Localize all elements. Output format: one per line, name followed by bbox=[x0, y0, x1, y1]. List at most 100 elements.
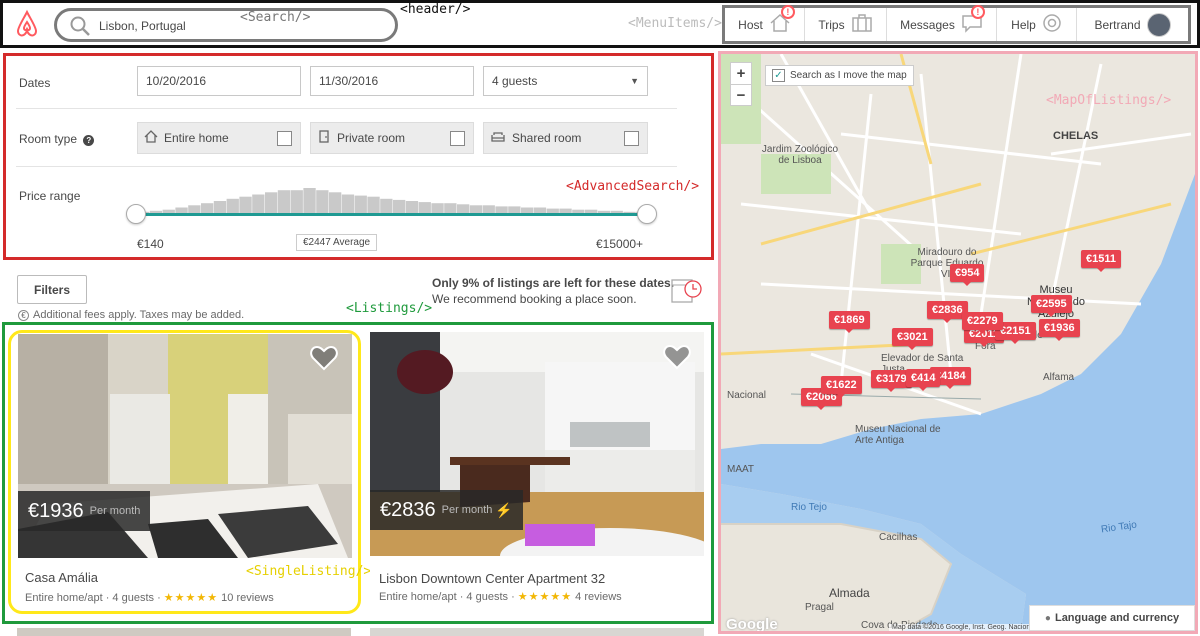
listing-card-partial[interactable] bbox=[17, 628, 351, 636]
listing-reviews: 4 reviews bbox=[575, 591, 622, 603]
histogram-bar bbox=[329, 192, 342, 214]
divider bbox=[16, 108, 677, 109]
price-pin[interactable]: €1622 bbox=[821, 376, 862, 398]
heart-icon[interactable] bbox=[663, 344, 691, 375]
door-icon bbox=[317, 130, 331, 146]
map-label-almada: Almada bbox=[829, 586, 870, 600]
room-option-entire-home[interactable]: Entire home bbox=[137, 122, 301, 154]
listing-title[interactable]: Casa Amália bbox=[25, 570, 98, 585]
listing-title[interactable]: Lisbon Downtown Center Apartment 32 bbox=[379, 571, 605, 586]
dates-label: Dates bbox=[19, 76, 51, 90]
menu-item-host[interactable]: Host ! bbox=[725, 5, 805, 41]
house-icon: ! bbox=[769, 5, 795, 36]
shared-room-checkbox[interactable] bbox=[624, 131, 639, 146]
histogram-bar bbox=[393, 199, 406, 214]
map-label-nacional: Nacional bbox=[727, 390, 766, 401]
price-min-handle[interactable] bbox=[126, 204, 146, 224]
advanced-search: Dates 10/20/2016 11/30/2016 4 guests ▼ R… bbox=[3, 53, 714, 260]
single-listing-annotation: <SingleListing/> bbox=[246, 564, 372, 579]
guests-select[interactable]: 4 guests ▼ bbox=[483, 66, 648, 96]
menu-item-messages[interactable]: Messages ! bbox=[887, 5, 997, 41]
menu-item-trips[interactable]: Trips bbox=[805, 8, 887, 41]
search-input[interactable]: Lisbon, Portugal bbox=[99, 19, 186, 33]
map-label-cacilhas: Cacilhas bbox=[879, 532, 918, 543]
fees-note-text: Additional fees apply. Taxes may be adde… bbox=[33, 309, 245, 321]
listing-card[interactable]: €2836 Per month ⚡ Lisbon Downtown Center… bbox=[370, 332, 705, 616]
rating-stars-icon: ★★★★★ bbox=[517, 591, 573, 603]
menu-items: Host ! Trips Messages ! Help Bertrand bbox=[722, 5, 1191, 44]
home-icon bbox=[144, 130, 158, 146]
listing-price-tag: €2836 Per month ⚡ bbox=[370, 490, 523, 530]
histogram-bar bbox=[239, 196, 252, 214]
map-annotation: <MapOfListings/> bbox=[1046, 93, 1172, 108]
price-max-handle[interactable] bbox=[637, 204, 657, 224]
listing-price: €1936 bbox=[28, 499, 84, 522]
fees-note: € Additional fees apply. Taxes may be add… bbox=[18, 309, 244, 321]
menu-item-host-label: Host bbox=[738, 17, 763, 32]
price-max-value: €15000+ bbox=[596, 237, 644, 251]
private-room-checkbox[interactable] bbox=[450, 131, 465, 146]
histogram-bar bbox=[380, 198, 393, 214]
menu-item-profile-label: Bertrand bbox=[1094, 17, 1141, 32]
language-currency-button[interactable]: ● Language and currency bbox=[1029, 605, 1195, 631]
price-pin[interactable]: €2595 bbox=[1031, 295, 1072, 317]
listing-details: Entire home/apt · 4 guests · ★★★★★ 4 rev… bbox=[379, 590, 622, 603]
search-bar[interactable]: Lisbon, Portugal bbox=[54, 8, 398, 42]
room-option-shared-room[interactable]: Shared room bbox=[483, 122, 648, 154]
heart-icon[interactable] bbox=[310, 345, 338, 376]
room-option-label: Shared room bbox=[512, 131, 582, 145]
menu-item-help[interactable]: Help bbox=[997, 8, 1077, 41]
price-average-label: €2447 Average bbox=[296, 234, 378, 251]
search-annotation: <Search/> bbox=[240, 10, 311, 25]
listings-annotation: <Listings/> bbox=[346, 301, 433, 316]
search-icon bbox=[69, 15, 91, 42]
map-of-listings[interactable]: + − ✓ Search as I move the map CHELAS Ja… bbox=[718, 51, 1198, 634]
map-label-museu-arte: Museu Nacional de Arte Antiga bbox=[855, 424, 941, 446]
search-as-move-label: Search as I move the map bbox=[790, 70, 907, 81]
room-option-label: Entire home bbox=[164, 131, 229, 145]
map-label-maat: MAAT bbox=[727, 464, 755, 475]
price-pin[interactable]: €3021 bbox=[892, 328, 933, 350]
price-pin[interactable]: €1869 bbox=[829, 311, 870, 333]
airbnb-logo-icon[interactable] bbox=[14, 9, 40, 39]
menu-items-annotation: <MenuItems/> bbox=[628, 16, 722, 31]
listing-period: Per month bbox=[89, 505, 141, 517]
price-min-value: €140 bbox=[137, 237, 164, 251]
filters-button[interactable]: Filters bbox=[17, 275, 87, 304]
price-pin[interactable]: €2279 bbox=[962, 312, 1003, 334]
map-label-pragal: Pragal bbox=[805, 602, 834, 613]
room-option-label: Private room bbox=[337, 131, 406, 145]
map-canvas bbox=[721, 54, 1195, 631]
menu-item-profile[interactable]: Bertrand bbox=[1077, 8, 1188, 41]
host-alert-badge: ! bbox=[780, 5, 795, 19]
checkin-input[interactable]: 10/20/2016 bbox=[137, 66, 301, 96]
help-circle-icon[interactable]: ? bbox=[83, 135, 95, 146]
room-option-private-room[interactable]: Private room bbox=[310, 122, 474, 154]
histogram-bar bbox=[265, 192, 278, 214]
search-as-move-toggle[interactable]: ✓ Search as I move the map bbox=[765, 65, 914, 86]
price-pin[interactable]: €1511 bbox=[1081, 250, 1121, 272]
menu-item-help-label: Help bbox=[1011, 17, 1036, 32]
globe-pin-icon: ● bbox=[1044, 612, 1051, 624]
listing-price-tag: €1936 Per month bbox=[18, 491, 151, 531]
price-pin[interactable]: €1936 bbox=[1039, 319, 1080, 341]
listing-card-partial[interactable] bbox=[370, 628, 704, 636]
histogram-bar bbox=[303, 188, 316, 214]
zoom-in-button[interactable]: + bbox=[730, 62, 752, 84]
map-label-zoo: Jardim Zoológico de Lisboa bbox=[761, 144, 839, 166]
histogram-bar bbox=[367, 196, 380, 214]
guests-select-value: 4 guests bbox=[492, 74, 538, 88]
listing-type: Entire home/apt · 4 guests · bbox=[25, 592, 161, 604]
caret-down-icon: ▼ bbox=[630, 76, 639, 86]
checkout-input[interactable]: 11/30/2016 bbox=[310, 66, 474, 96]
google-logo: Google bbox=[726, 616, 778, 633]
checkbox-checked-icon[interactable]: ✓ bbox=[772, 69, 785, 82]
availability-subtitle: We recommend booking a place soon. bbox=[432, 292, 637, 306]
histogram-bar bbox=[277, 190, 291, 214]
price-pin[interactable]: €414 bbox=[906, 369, 941, 391]
histogram-bar bbox=[226, 198, 239, 214]
entire-home-checkbox[interactable] bbox=[277, 131, 292, 146]
zoom-out-button[interactable]: − bbox=[730, 84, 752, 106]
price-pin[interactable]: €954 bbox=[950, 264, 985, 286]
histogram-bar bbox=[252, 194, 265, 214]
